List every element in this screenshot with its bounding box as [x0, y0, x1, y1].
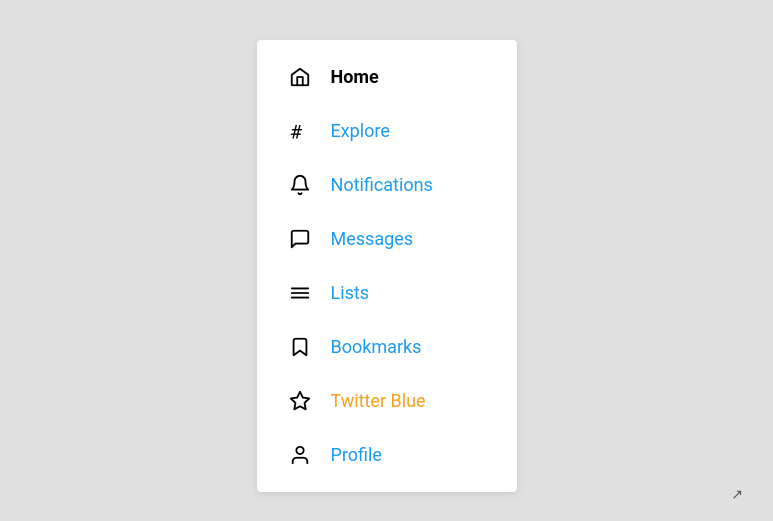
- nav-item-home[interactable]: Home: [257, 50, 517, 104]
- home-icon: [287, 64, 313, 90]
- nav-panel: Home # Explore Notifications Messages: [257, 40, 517, 492]
- lists-icon: [287, 280, 313, 306]
- nav-item-explore[interactable]: # Explore: [257, 104, 517, 158]
- nav-item-messages[interactable]: Messages: [257, 212, 517, 266]
- notifications-icon: [287, 172, 313, 198]
- nav-label-twitter-blue: Twitter Blue: [331, 391, 426, 412]
- cursor-indicator: ↗: [731, 487, 743, 503]
- nav-label-home: Home: [331, 67, 379, 88]
- messages-icon: [287, 226, 313, 252]
- nav-label-lists: Lists: [331, 283, 370, 304]
- bookmarks-icon: [287, 334, 313, 360]
- nav-item-lists[interactable]: Lists: [257, 266, 517, 320]
- nav-item-profile[interactable]: Profile: [257, 428, 517, 482]
- nav-item-twitter-blue[interactable]: Twitter Blue: [257, 374, 517, 428]
- nav-label-explore: Explore: [331, 121, 390, 142]
- nav-label-bookmarks: Bookmarks: [331, 337, 422, 358]
- nav-item-notifications[interactable]: Notifications: [257, 158, 517, 212]
- nav-item-bookmarks[interactable]: Bookmarks: [257, 320, 517, 374]
- explore-icon: #: [287, 118, 313, 144]
- profile-icon: [287, 442, 313, 468]
- twitter-blue-icon: [287, 388, 313, 414]
- nav-label-profile: Profile: [331, 445, 382, 466]
- nav-label-messages: Messages: [331, 229, 414, 250]
- nav-label-notifications: Notifications: [331, 175, 433, 196]
- svg-text:#: #: [290, 122, 301, 142]
